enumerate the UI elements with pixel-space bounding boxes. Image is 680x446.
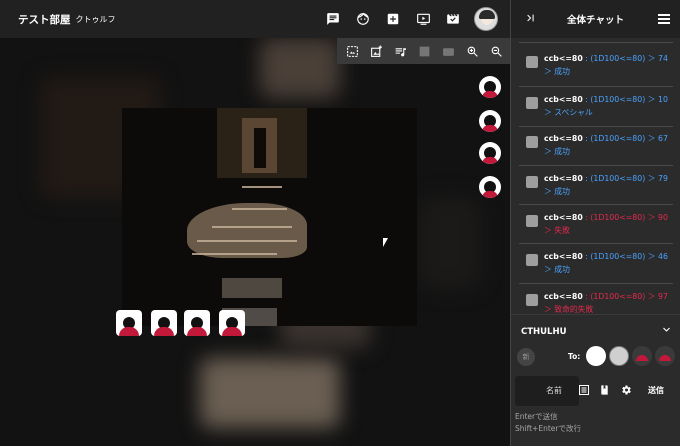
shift-enter-hint: Shift+Enterで改行	[515, 424, 581, 433]
list-icon[interactable]	[577, 383, 591, 397]
send-button[interactable]: 送信	[648, 385, 664, 396]
message-divider	[519, 165, 673, 166]
character-piece[interactable]	[219, 310, 245, 336]
game-stage[interactable]	[0, 38, 510, 446]
image-add-icon[interactable]	[364, 38, 388, 64]
recipient-avatar-piece[interactable]	[655, 346, 675, 366]
message-avatar	[526, 56, 538, 68]
message-avatar	[526, 294, 538, 306]
message-command: ccb<=80	[544, 54, 583, 63]
menu-icon[interactable]	[658, 14, 670, 26]
character-piece[interactable]	[184, 310, 210, 336]
message-command: ccb<=80	[544, 292, 583, 301]
message-avatar	[526, 176, 538, 188]
chevron-down-icon[interactable]	[662, 325, 671, 337]
stage-toolbar	[337, 38, 510, 64]
recipient-avatar-piece[interactable]	[632, 346, 652, 366]
light-streak	[192, 253, 277, 255]
book-icon[interactable]	[597, 383, 611, 397]
chat-message-list[interactable]: ccb<=80 : (1D100<=80) ＞ 74 ＞ 成功 ccb<=80 …	[511, 38, 680, 314]
video-icon[interactable]	[408, 0, 438, 38]
character-piece[interactable]	[151, 310, 177, 336]
character-piece[interactable]	[479, 176, 501, 198]
character-avatar-button[interactable]: 新	[517, 348, 535, 366]
name-field-label: 名前	[546, 386, 562, 395]
character-piece[interactable]	[479, 76, 501, 98]
message-avatar	[526, 215, 538, 227]
app-header: テスト部屋 クトゥルフ	[0, 0, 510, 38]
message-command: ccb<=80	[544, 213, 583, 222]
background-blur	[260, 38, 340, 98]
message-divider	[519, 86, 673, 87]
message-command: ccb<=80	[544, 174, 583, 183]
light-streak	[212, 226, 292, 228]
message-divider	[519, 243, 673, 244]
message-avatar	[526, 136, 538, 148]
add-box-icon[interactable]	[378, 0, 408, 38]
header-actions	[318, 0, 498, 38]
screen-icon[interactable]	[412, 38, 436, 64]
recipient-avatar-user[interactable]	[609, 346, 629, 366]
movie-edit-icon[interactable]	[438, 0, 468, 38]
recipient-avatar-all[interactable]	[586, 346, 606, 366]
mouse-cursor	[383, 238, 388, 247]
user-avatar[interactable]	[474, 7, 498, 31]
chat-panel: 全体チャット ccb<=80 : (1D100<=80) ＞ 74 ＞ 成功 c…	[510, 0, 680, 446]
light-streak	[232, 208, 287, 210]
settings-gear-icon[interactable]	[619, 383, 633, 397]
chat-message: ccb<=80 : (1D100<=80) ＞ 97 ＞ 致命的失敗	[511, 291, 680, 314]
face-icon[interactable]	[348, 0, 378, 38]
to-label: To:	[568, 352, 581, 361]
chat-message: ccb<=80 : (1D100<=80) ＞ 90 ＞ 失敗	[511, 212, 680, 237]
message-divider	[519, 42, 673, 43]
chat-panel-header: 全体チャット	[511, 0, 680, 38]
enter-hint: Enterで送信	[515, 412, 558, 421]
message-divider	[519, 204, 673, 205]
background-blur	[200, 358, 340, 428]
message-command: ccb<=80	[544, 252, 583, 261]
chat-composer: CTHULHU 新 To: 名前 送信 Enterで送信 Shift+Enter…	[511, 314, 680, 446]
message-avatar	[526, 97, 538, 109]
character-piece[interactable]	[479, 110, 501, 132]
character-piece[interactable]	[116, 310, 142, 336]
background-blur	[420, 198, 480, 288]
chat-message: ccb<=80 : (1D100<=80) ＞ 79 ＞ 成功	[511, 173, 680, 198]
room-name[interactable]: テスト部屋	[18, 12, 71, 27]
zoom-in-icon[interactable]	[460, 38, 484, 64]
message-avatar	[526, 254, 538, 266]
light-streak	[242, 186, 282, 188]
camera-icon[interactable]	[436, 38, 460, 64]
chat-message: ccb<=80 : (1D100<=80) ＞ 10 ＞ スペシャル	[511, 94, 680, 119]
character-piece[interactable]	[479, 142, 501, 164]
chat-tab-label[interactable]: CTHULHU	[521, 327, 566, 337]
avatar-hair	[479, 10, 495, 19]
chat-message: ccb<=80 : (1D100<=80) ＞ 67 ＞ 成功	[511, 133, 680, 158]
chat-message: ccb<=80 : (1D100<=80) ＞ 46 ＞ 成功	[511, 251, 680, 276]
zoom-out-icon[interactable]	[484, 38, 508, 64]
message-divider	[519, 283, 673, 284]
message-command: ccb<=80	[544, 95, 583, 104]
game-system-name: クトゥルフ	[75, 14, 116, 24]
message-command: ccb<=80	[544, 134, 583, 143]
chat-panel-title: 全体チャット	[567, 15, 624, 26]
chat-icon[interactable]	[318, 0, 348, 38]
chat-message: ccb<=80 : (1D100<=80) ＞ 74 ＞ 成功	[511, 53, 680, 78]
playlist-music-icon[interactable]	[388, 38, 412, 64]
stage-background-image	[122, 108, 417, 326]
light-streak	[197, 240, 297, 242]
image-select-icon[interactable]	[340, 38, 364, 64]
message-divider	[519, 126, 673, 127]
